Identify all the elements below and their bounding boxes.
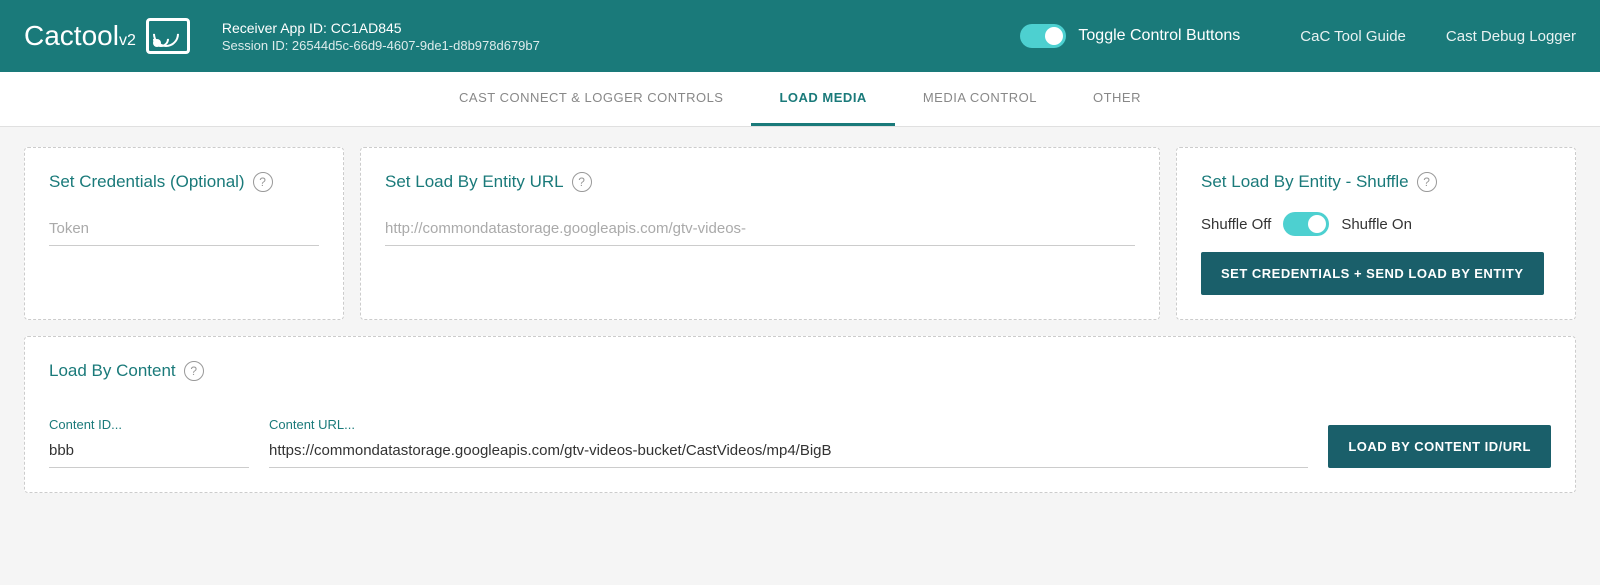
content-id-label: Content ID...: [49, 417, 249, 432]
shuffle-title: Set Load By Entity - Shuffle ?: [1201, 172, 1551, 192]
tab-media-control[interactable]: MEDIA CONTROL: [895, 72, 1065, 126]
load-content-help-icon[interactable]: ?: [184, 361, 204, 381]
tab-cast-connect[interactable]: CAST CONNECT & LOGGER CONTROLS: [431, 72, 751, 126]
app-header: Cactoolv2 Receiver App ID: CC1AD845 Sess…: [0, 0, 1600, 72]
card-row-top: Set Credentials (Optional) ? Set Load By…: [24, 147, 1576, 320]
credentials-help-icon[interactable]: ?: [253, 172, 273, 192]
card-shuffle: Set Load By Entity - Shuffle ? Shuffle O…: [1176, 147, 1576, 320]
header-nav: CaC Tool Guide Cast Debug Logger: [1300, 28, 1576, 45]
cast-icon: [146, 18, 190, 54]
tabs-bar: CAST CONNECT & LOGGER CONTROLS LOAD MEDI…: [0, 72, 1600, 127]
toggle-control-buttons[interactable]: Toggle Control Buttons: [1020, 24, 1240, 48]
logo: Cactoolv2: [24, 18, 190, 54]
card-load-content: Load By Content ? Content ID... bbb Cont…: [24, 336, 1576, 493]
main-content: Set Credentials (Optional) ? Set Load By…: [0, 127, 1600, 513]
shuffle-help-icon[interactable]: ?: [1417, 172, 1437, 192]
shuffle-toggle-row: Shuffle Off Shuffle On: [1201, 212, 1551, 236]
send-load-by-entity-button[interactable]: SET CREDENTIALS + SEND LOAD BY ENTITY: [1201, 252, 1544, 295]
shuffle-toggle[interactable]: [1283, 212, 1329, 236]
tab-other[interactable]: OTHER: [1065, 72, 1169, 126]
entity-url-input[interactable]: [385, 212, 1135, 246]
card-entity-url: Set Load By Entity URL ?: [360, 147, 1160, 320]
receiver-id: Receiver App ID: CC1AD845: [222, 20, 1021, 36]
token-input[interactable]: [49, 212, 319, 246]
content-id-value[interactable]: bbb: [49, 436, 249, 468]
nav-logger-link[interactable]: Cast Debug Logger: [1446, 28, 1576, 45]
load-content-title: Load By Content ?: [49, 361, 1551, 381]
header-info: Receiver App ID: CC1AD845 Session ID: 26…: [222, 20, 1021, 53]
content-url-value[interactable]: https://commondatastorage.googleapis.com…: [269, 436, 1308, 468]
shuffle-off-label: Shuffle Off: [1201, 216, 1271, 233]
content-fields-row: Content ID... bbb Content URL... https:/…: [49, 417, 1551, 468]
entity-url-title: Set Load By Entity URL ?: [385, 172, 1135, 192]
shuffle-on-label: Shuffle On: [1341, 216, 1412, 233]
card-credentials: Set Credentials (Optional) ?: [24, 147, 344, 320]
entity-url-help-icon[interactable]: ?: [572, 172, 592, 192]
content-url-label: Content URL...: [269, 417, 1308, 432]
session-id: Session ID: 26544d5c-66d9-4607-9de1-d8b9…: [222, 38, 1021, 53]
logo-text: Cactoolv2: [24, 20, 136, 52]
tab-load-media[interactable]: LOAD MEDIA: [751, 72, 894, 126]
content-id-group: Content ID... bbb: [49, 417, 249, 468]
toggle-label: Toggle Control Buttons: [1078, 27, 1240, 45]
content-url-group: Content URL... https://commondatastorage…: [269, 417, 1308, 468]
credentials-title: Set Credentials (Optional) ?: [49, 172, 319, 192]
nav-guide-link[interactable]: CaC Tool Guide: [1300, 28, 1406, 45]
load-content-button[interactable]: LOAD BY CONTENT ID/URL: [1328, 425, 1551, 468]
toggle-switch[interactable]: [1020, 24, 1066, 48]
